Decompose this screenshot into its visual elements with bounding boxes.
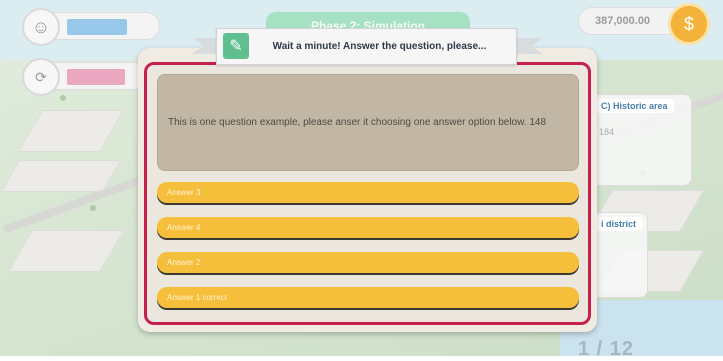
answer-option[interactable]: Answer 2 [157,252,579,273]
district-title: i district [595,217,643,231]
smiley-icon[interactable]: ☺ [22,8,60,46]
question-box: This is one question example, please ans… [157,74,579,171]
area-title: C) Historic area [595,99,674,113]
answer-option[interactable]: Answer 3 [157,182,579,203]
question-modal: This is one question example, please ans… [138,48,597,332]
pollution-bar [67,69,125,85]
modal-title: Wait a minute! Answer the question, plea… [272,41,487,52]
answer-option[interactable]: Answer 1 correct [157,287,579,308]
modal-title-ribbon: ✎ Wait a minute! Answer the question, pl… [216,28,517,65]
area-value: 184 [599,127,615,137]
refresh-icon[interactable]: ⟳ [22,58,60,96]
area-card[interactable]: C) Historic area 184 [590,94,692,186]
answer-option[interactable]: Answer 4 [157,217,579,238]
happiness-bar [67,19,127,35]
money-bag-icon[interactable]: $ [668,3,710,45]
question-text: This is one question example, please ans… [168,117,547,128]
district-card[interactable]: i district [590,212,648,298]
pencil-icon: ✎ [223,33,249,59]
modal-frame: This is one question example, please ans… [144,62,591,325]
page-counter: 1 / 12 [578,338,635,360]
